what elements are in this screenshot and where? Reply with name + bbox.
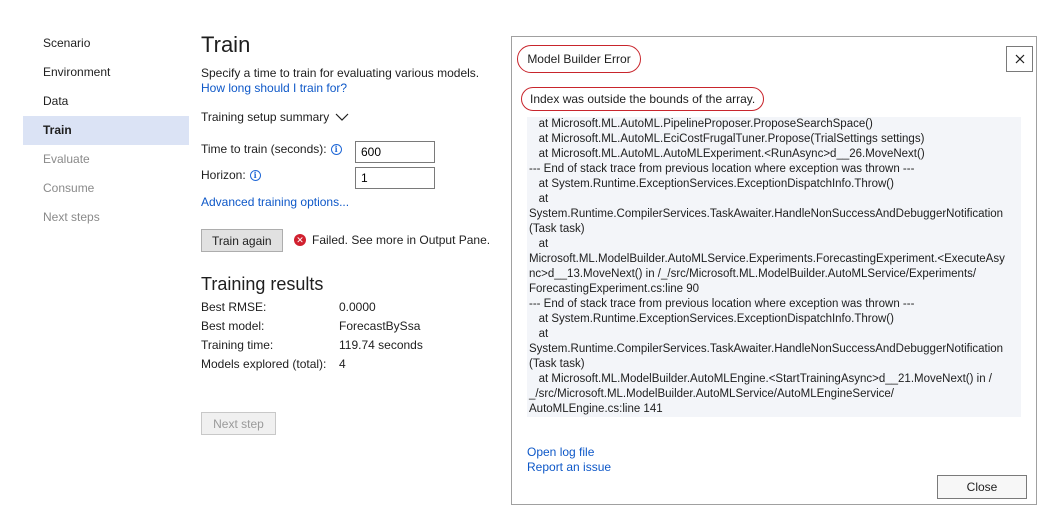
stack-trace-line: at Microsoft.ML.AutoML.PipelineProposer.…	[529, 118, 873, 130]
train-page: Train Specify a time to train for evalua…	[201, 30, 501, 435]
dialog-title: Model Builder Error	[517, 45, 641, 73]
result-row-training-time: Training time: 119.74 seconds	[201, 338, 423, 352]
result-row-best-rmse: Best RMSE: 0.0000	[201, 300, 376, 314]
result-row-models-explored: Models explored (total): 4	[201, 357, 346, 371]
report-issue-link[interactable]: Report an issue	[527, 460, 611, 474]
horizon-input[interactable]	[355, 167, 435, 189]
stack-trace-line: at System.Runtime.ExceptionServices.Exce…	[529, 178, 894, 190]
page-title: Train	[201, 32, 251, 57]
nav-item-next-steps: Next steps	[43, 210, 100, 224]
stack-trace-line: ForecastingExperiment.cs:line 90	[529, 283, 700, 295]
error-message: Index was outside the bounds of the arra…	[521, 87, 765, 111]
nav-item-evaluate: Evaluate	[43, 152, 90, 166]
stack-trace-line: --- End of stack trace from previous loc…	[529, 298, 915, 310]
open-log-file-link[interactable]: Open log file	[527, 445, 594, 459]
result-value: 0.0000	[339, 300, 376, 314]
result-value: 119.74 seconds	[339, 338, 423, 352]
stack-trace-line: at	[529, 328, 549, 340]
result-key: Training time:	[201, 338, 274, 352]
result-value: 4	[339, 357, 346, 371]
stack-trace-line: at Microsoft.ML.AutoML.AutoMLExperiment.…	[529, 148, 925, 160]
chevron-down-icon	[335, 113, 349, 121]
nav-item-data[interactable]: Data	[23, 87, 189, 116]
stack-trace-line: System.Runtime.CompilerServices.TaskAwai…	[529, 343, 1004, 355]
train-duration-help-link[interactable]: How long should I train for?	[201, 81, 347, 95]
error-x-icon: ✕	[294, 234, 306, 246]
stack-trace-line: at System.Runtime.ExceptionServices.Exce…	[529, 313, 894, 325]
info-icon[interactable]: i	[249, 169, 261, 181]
training-setup-summary-toggle[interactable]: Training setup summary	[201, 110, 349, 124]
close-button[interactable]: Close	[937, 475, 1027, 499]
nav-item-train[interactable]: Train	[23, 116, 189, 145]
train-again-button[interactable]: Train again	[201, 229, 283, 252]
close-icon	[1015, 54, 1024, 64]
stack-trace-line: (Task task)	[529, 223, 585, 235]
stack-trace: at Microsoft.ML.AutoML.PipelineProposer.…	[527, 117, 1021, 417]
training-status-text: Failed. See more in Output Pane.	[312, 233, 491, 247]
horizon-label: Horizon: i	[201, 168, 261, 182]
stack-trace-line: at	[529, 238, 549, 250]
result-key: Best RMSE:	[201, 300, 267, 314]
wizard-nav: Scenario Environment Data Train Evaluate…	[23, 29, 189, 232]
nav-item-scenario[interactable]: Scenario	[23, 29, 189, 58]
info-icon[interactable]: i	[330, 143, 342, 155]
stack-trace-line: nc>d__13.MoveNext() in /_/src/Microsoft.…	[529, 268, 977, 280]
training-setup-summary-label: Training setup summary	[201, 110, 330, 124]
result-value: ForecastBySsa	[339, 319, 421, 333]
stack-trace-line: at	[529, 193, 549, 205]
result-key: Models explored (total):	[201, 357, 327, 371]
nav-item-environment[interactable]: Environment	[23, 58, 189, 87]
result-row-best-model: Best model: ForecastBySsa	[201, 319, 420, 333]
result-key: Best model:	[201, 319, 265, 333]
stack-trace-line: --- End of stack trace from previous loc…	[529, 163, 915, 175]
close-dialog-button[interactable]	[1006, 46, 1033, 72]
time-to-train-label-text: Time to train (seconds):	[201, 142, 327, 156]
training-status: ✕ Failed. See more in Output Pane.	[294, 233, 490, 247]
time-to-train-label: Time to train (seconds): i	[201, 142, 342, 156]
stack-trace-line: AutoMLEngine.cs:line 141	[529, 403, 663, 415]
stack-trace-line: at Microsoft.ML.ModelBuilder.AutoMLEngin…	[529, 373, 992, 385]
stack-trace-line: _/src/Microsoft.ML.ModelBuilder.AutoMLSe…	[529, 388, 894, 400]
stack-trace-line: System.Runtime.CompilerServices.TaskAwai…	[529, 208, 1004, 220]
stack-trace-line: at Microsoft.ML.AutoML.EciCostFrugalTune…	[529, 133, 925, 145]
time-to-train-input[interactable]	[355, 141, 435, 163]
stack-trace-line: (Task task)	[529, 358, 585, 370]
page-subtitle: Specify a time to train for evaluating v…	[201, 66, 480, 80]
horizon-label-text: Horizon:	[201, 168, 246, 182]
error-dialog: Model Builder Error Index was outside th…	[511, 36, 1037, 505]
nav-item-consume: Consume	[43, 181, 95, 195]
next-step-button: Next step	[201, 412, 276, 435]
advanced-training-options-link[interactable]: Advanced training options...	[201, 195, 349, 209]
training-results-title: Training results	[201, 274, 324, 294]
stack-trace-line: Microsoft.ML.ModelBuilder.AutoMLService.…	[529, 253, 1005, 265]
